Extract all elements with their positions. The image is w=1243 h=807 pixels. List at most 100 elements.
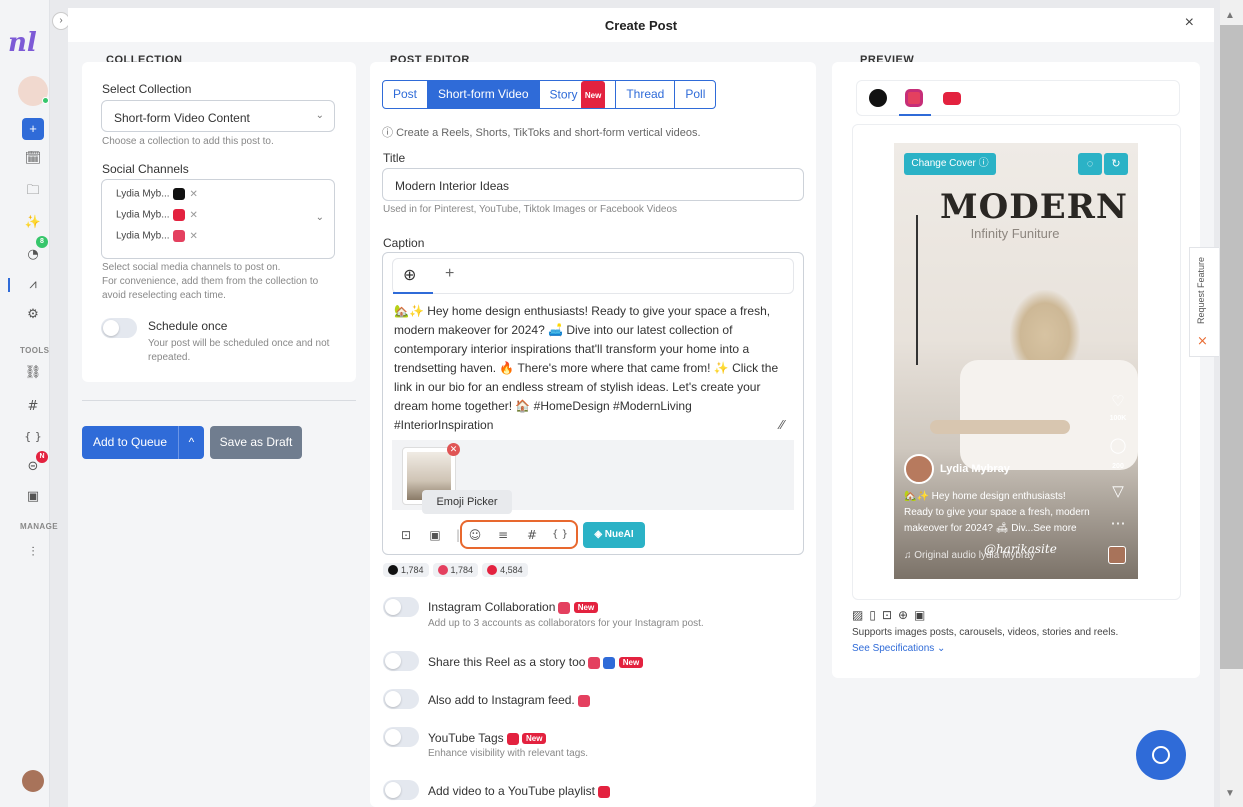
- social-channels-label: Social Channels: [102, 162, 189, 176]
- option-label-text: YouTube Tags: [428, 731, 504, 745]
- analytics-icon[interactable]: ◔: [24, 246, 42, 264]
- editor-info: ⓘ Create a Reels, Shorts, TikToks and sh…: [382, 126, 701, 140]
- scroll-down-icon[interactable]: ▼: [1225, 788, 1235, 799]
- option-label-text: Share this Reel as a story too: [428, 655, 586, 669]
- tab-story[interactable]: Story New: [540, 81, 617, 108]
- social-channels-select[interactable]: Lydia Myb... ✕ Lydia Myb... ✕ Lydia Myb...…: [101, 179, 335, 259]
- emoji-icon[interactable]: ☺: [466, 526, 484, 544]
- hashtag-icon[interactable]: #: [523, 526, 541, 544]
- schedule-once-label: Schedule once: [148, 319, 228, 333]
- tab-poll[interactable]: Poll: [675, 81, 715, 108]
- preview-username: Lydia Mybray: [940, 463, 1010, 475]
- resize-handle-icon[interactable]: ⁄⁄: [780, 417, 784, 432]
- scrollbar-thumb[interactable]: [1220, 25, 1243, 669]
- tools-section-label: TOOLS: [20, 346, 50, 355]
- collection-select[interactable]: Short-form Video Content ⌄: [101, 100, 335, 132]
- instagram-icon: [577, 694, 590, 707]
- gallery-icon[interactable]: ▣: [24, 488, 42, 506]
- manage-section-label: MANAGE: [20, 522, 58, 531]
- likes-count: 100K: [1109, 415, 1127, 422]
- hashtag-icon[interactable]: #: [24, 398, 42, 416]
- facebook-icon: [603, 656, 616, 669]
- request-feature-label: Request Feature: [1196, 256, 1206, 324]
- user-avatar[interactable]: [22, 770, 44, 792]
- active-tab-underline: [899, 114, 931, 116]
- remove-icon[interactable]: ✕: [190, 210, 198, 221]
- save-draft-button[interactable]: Save as Draft: [210, 426, 302, 459]
- schedule-once-toggle[interactable]: [101, 318, 137, 338]
- settings-icon[interactable]: ⚙: [24, 306, 42, 324]
- instagram-collaboration-toggle[interactable]: [383, 597, 419, 617]
- instagram-feed-toggle[interactable]: [383, 689, 419, 709]
- remove-icon[interactable]: ✕: [190, 189, 198, 200]
- align-text-icon[interactable]: ≡: [494, 526, 512, 544]
- character-counts: 1,784 1,784 4,584: [383, 563, 528, 577]
- send-icon: ▽: [1112, 483, 1124, 500]
- add-to-queue-button[interactable]: Add to Queue: [82, 426, 178, 459]
- emoji-picker-tooltip: Emoji Picker: [422, 490, 512, 514]
- instagram-collaboration-label: Instagram Collaboration New: [428, 600, 599, 614]
- channel-chip: Lydia Myb... ✕: [116, 230, 198, 242]
- magic-wand-icon[interactable]: ✨: [24, 214, 42, 232]
- close-icon[interactable]: ×: [1185, 14, 1194, 32]
- remove-icon[interactable]: ✕: [190, 231, 198, 242]
- youtube-tab-icon[interactable]: [943, 92, 961, 105]
- account-avatar[interactable]: [18, 76, 49, 106]
- hide-eye-icon[interactable]: ◌: [1078, 153, 1102, 175]
- tab-post[interactable]: Post: [383, 81, 429, 108]
- comments-count: 200: [1112, 463, 1124, 470]
- globe-icon[interactable]: ⊕: [403, 265, 416, 284]
- preview-user-avatar: [904, 454, 934, 484]
- tiktok-tab-icon[interactable]: [869, 89, 887, 107]
- caption-textarea[interactable]: 🏡✨ Hey home design enthusiasts! Ready to…: [394, 302, 794, 435]
- folder-icon[interactable]: 🗀: [24, 182, 42, 200]
- modal-title: Create Post: [604, 18, 678, 33]
- variables-icon[interactable]: { }: [551, 526, 569, 544]
- more-icon: ⋯: [1110, 515, 1126, 532]
- tiktok-count: 1,784: [383, 563, 429, 577]
- youtube-tags-toggle[interactable]: [383, 727, 419, 747]
- link-icon[interactable]: ⛓: [24, 364, 42, 382]
- title-input[interactable]: Modern Interior Ideas: [382, 168, 804, 201]
- change-cover-button[interactable]: Change Cover ⓘ: [904, 153, 996, 175]
- tab-thread[interactable]: Thread: [616, 81, 676, 108]
- caption-label: Caption: [383, 236, 425, 250]
- remove-media-icon[interactable]: ✕: [447, 443, 460, 456]
- youtube-icon: [506, 732, 519, 745]
- sliders-icon[interactable]: ⫶: [24, 544, 42, 562]
- youtube-playlist-toggle[interactable]: [383, 780, 419, 800]
- calendar-icon[interactable]: 🗓: [24, 150, 42, 168]
- app-logo[interactable]: nl: [8, 28, 37, 58]
- channel-name: Lydia Myb...: [116, 188, 170, 200]
- share-reel-story-toggle[interactable]: [383, 651, 419, 671]
- cover-brand-title: MODERN: [940, 187, 1128, 227]
- language-bar: ⊕ +: [392, 258, 794, 294]
- links-badge: N: [36, 451, 48, 463]
- instagram-icon: [588, 656, 601, 669]
- count-value: 1,784: [450, 565, 474, 575]
- nueai-button[interactable]: ◈ NueAI: [583, 522, 645, 548]
- scroll-up-icon[interactable]: ▲: [1225, 10, 1235, 21]
- refresh-icon[interactable]: ↻: [1104, 153, 1128, 175]
- channel-name: Lydia Myb...: [116, 209, 170, 221]
- collection-select-value: Short-form Video Content: [114, 111, 250, 125]
- cube-icon: ◈: [594, 529, 605, 540]
- see-specifications-link[interactable]: See Specifications ⌄: [852, 643, 945, 654]
- chat-support-button[interactable]: [1136, 730, 1186, 780]
- coffee-table-image: [930, 420, 1070, 434]
- preview-audio: ♫ Original audio lydia Mybray: [904, 550, 1035, 561]
- share-icon[interactable]: ⩘: [24, 276, 42, 294]
- create-button[interactable]: +: [22, 118, 44, 140]
- youtube-icon: [487, 565, 498, 575]
- chevron-down-icon: ⌄: [315, 110, 324, 121]
- new-badge: New: [521, 733, 547, 745]
- gallery-icon[interactable]: ▣: [426, 526, 444, 544]
- queue-options-button[interactable]: ^: [178, 426, 204, 459]
- add-language-icon[interactable]: +: [445, 265, 454, 283]
- tab-short-form-video[interactable]: Short-form Video: [428, 81, 540, 108]
- instagram-tab-icon[interactable]: [905, 89, 923, 107]
- video-camera-icon[interactable]: ⊡: [397, 526, 415, 544]
- supports-text: Supports images posts, carousels, videos…: [852, 627, 1119, 638]
- feedback-icon: ⨯: [1197, 333, 1208, 348]
- braces-icon[interactable]: { }: [24, 428, 42, 446]
